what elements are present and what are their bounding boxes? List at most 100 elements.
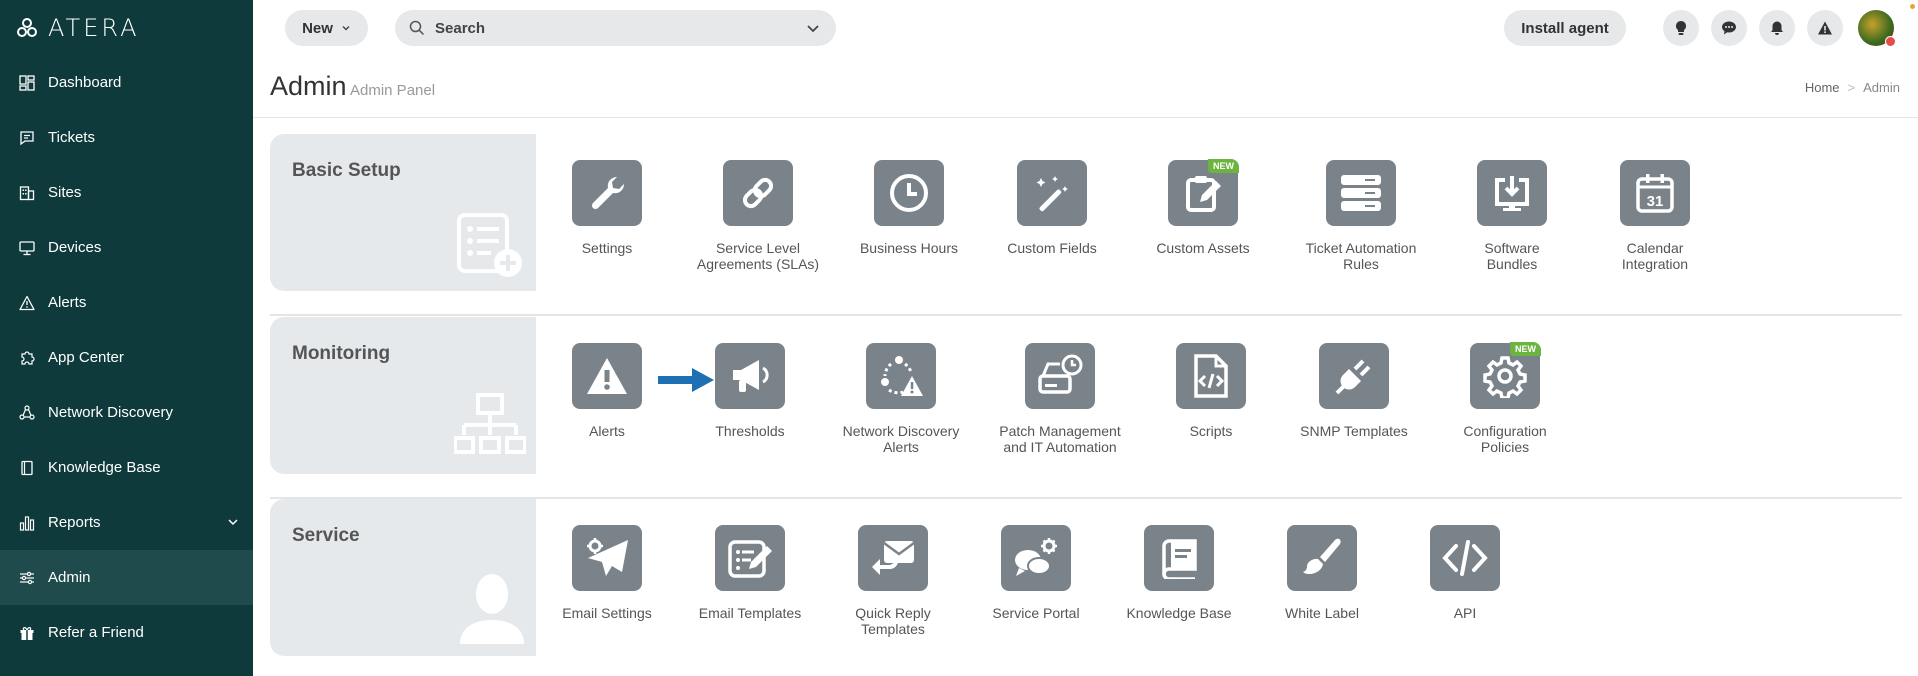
tile-label: API (1453, 605, 1477, 621)
tile-email-settings[interactable]: Email Settings (527, 525, 687, 621)
sidebar-item-app-center[interactable]: App Center (0, 330, 253, 385)
bell-icon[interactable] (1759, 10, 1795, 46)
tile-scripts[interactable]: Scripts (1131, 343, 1291, 439)
ticket-icon (18, 129, 36, 147)
section-service: Service Email Settings Email Templates Q… (270, 499, 1902, 656)
tile-email-templates[interactable]: Email Templates (670, 525, 830, 621)
sidebar-item-refer-a-friend[interactable]: Refer a Friend (0, 605, 253, 660)
tile-label: Service Portal (992, 605, 1080, 621)
tile-slas[interactable]: Service Level Agreements (SLAs) (678, 160, 838, 272)
sidebar-item-devices[interactable]: Devices (0, 220, 253, 275)
tile-quick-reply-templates[interactable]: Quick Reply Templates (813, 525, 973, 637)
tile-white-label[interactable]: White Label (1242, 525, 1402, 621)
topbar: New Install agent (253, 0, 1918, 55)
sidebar-item-knowledge-base[interactable]: Knowledge Base (0, 440, 253, 495)
tile-network-discovery-alerts[interactable]: Network Discovery Alerts (821, 343, 981, 455)
bar-chart-icon (18, 514, 36, 532)
building-icon (18, 184, 36, 202)
section-title: Basic Setup (292, 160, 401, 181)
search-icon (409, 20, 425, 36)
search-bar[interactable] (395, 10, 836, 46)
sidebar-item-reports[interactable]: Reports (0, 495, 253, 550)
envelope-reply-icon (858, 525, 928, 591)
install-agent-button[interactable]: Install agent (1504, 10, 1626, 46)
sidebar-item-dashboard[interactable]: Dashboard (0, 55, 253, 110)
sidebar-item-network-discovery[interactable]: Network Discovery (0, 385, 253, 440)
sliders-icon (18, 569, 36, 587)
tile-settings[interactable]: Settings (527, 160, 687, 256)
warning-icon (572, 343, 642, 409)
breadcrumb-current: Admin (1863, 80, 1900, 95)
sidebar-item-label: Knowledge Base (48, 459, 161, 476)
chat-icon[interactable] (1711, 10, 1747, 46)
tile-knowledge-base[interactable]: Knowledge Base (1099, 525, 1259, 621)
tile-software-bundles[interactable]: Software Bundles (1432, 160, 1592, 272)
atera-logo-icon (17, 18, 37, 37)
sidebar-item-label: Network Discovery (48, 404, 174, 421)
paper-plane-gear-icon (572, 525, 642, 591)
sidebar-item-tickets[interactable]: Tickets (0, 110, 253, 165)
tile-label: Service Level Agreements (SLAs) (696, 240, 820, 272)
tile-label: Calendar Integration (1621, 240, 1689, 272)
section-monitoring: Monitoring Alerts Thresholds Network Dis… (270, 317, 1902, 499)
tile-snmp-templates[interactable]: SNMP Templates (1274, 343, 1434, 439)
chevron-down-icon[interactable] (227, 515, 239, 533)
tile-label: Custom Assets (1156, 240, 1250, 256)
gear-icon: NEW (1470, 342, 1541, 409)
atera-logo[interactable]: ATERA (16, 14, 140, 42)
avatar[interactable] (1858, 10, 1896, 47)
link-icon (723, 160, 793, 226)
warning-icon (18, 294, 36, 312)
breadcrumb: Home > Admin (1805, 80, 1900, 95)
section-title: Monitoring (292, 343, 391, 364)
tile-ticket-automation-rules[interactable]: Ticket Automation Rules (1281, 160, 1441, 272)
tile-business-hours[interactable]: Business Hours (829, 160, 989, 256)
sidebar-item-label: Sites (48, 184, 82, 201)
code-file-icon (1176, 343, 1246, 409)
new-button-label: New (302, 19, 333, 37)
tile-label: Configuration Policies (1463, 423, 1547, 455)
chevron-down-icon[interactable] (806, 22, 820, 40)
tile-custom-assets[interactable]: NEW Custom Assets (1123, 159, 1283, 256)
tile-label: Quick Reply Templates (855, 605, 931, 637)
dashboard-icon (18, 74, 36, 92)
sidebar-item-label: App Center (48, 349, 124, 366)
search-input[interactable] (435, 19, 775, 37)
brand-name: ATERA (48, 14, 140, 42)
tile-patch-management[interactable]: Patch Management and IT Automation (980, 343, 1140, 455)
page-title: Admin (270, 71, 347, 101)
header-divider (253, 117, 1918, 118)
new-button[interactable]: New (285, 10, 368, 46)
tile-configuration-policies[interactable]: NEW Configuration Policies (1425, 342, 1585, 455)
section-panel: Monitoring (270, 317, 536, 474)
chevron-down-icon (342, 26, 350, 31)
sidebar-item-sites[interactable]: Sites (0, 165, 253, 220)
tile-label: Patch Management and IT Automation (999, 423, 1121, 455)
tile-label: Custom Fields (1007, 240, 1097, 256)
tile-custom-fields[interactable]: Custom Fields (972, 160, 1132, 256)
clock-icon (874, 160, 944, 226)
sidebar-item-label: Dashboard (48, 74, 122, 91)
sidebar-item-admin[interactable]: Admin (0, 550, 253, 605)
sidebar-item-label: Alerts (48, 294, 87, 311)
calendar-icon: 31 (1620, 160, 1690, 226)
sidebar-item-alerts[interactable]: Alerts (0, 275, 253, 330)
tile-label: Email Templates (698, 605, 802, 621)
tile-service-portal[interactable]: Service Portal (956, 525, 1116, 621)
book-icon (18, 459, 36, 477)
tile-label: Business Hours (859, 240, 959, 256)
section-basic-setup: Basic Setup Settings Service Level Agree… (270, 134, 1902, 316)
paintbrush-icon (1287, 525, 1357, 591)
tile-api[interactable]: API (1385, 525, 1545, 621)
tile-calendar-integration[interactable]: 31 Calendar Integration (1575, 160, 1735, 272)
form-add-icon (457, 213, 522, 277)
warning-icon[interactable] (1807, 10, 1843, 46)
lightbulb-icon[interactable] (1663, 10, 1699, 46)
section-divider (270, 314, 1902, 316)
breadcrumb-home[interactable]: Home (1805, 80, 1840, 95)
sidebar-nav: Dashboard Tickets Sites Devices Alerts A… (0, 55, 253, 660)
chat-gear-icon (1001, 525, 1071, 591)
tile-label: Network Discovery Alerts (842, 423, 960, 455)
code-icon (1430, 525, 1500, 591)
new-badge: NEW (1208, 159, 1239, 173)
